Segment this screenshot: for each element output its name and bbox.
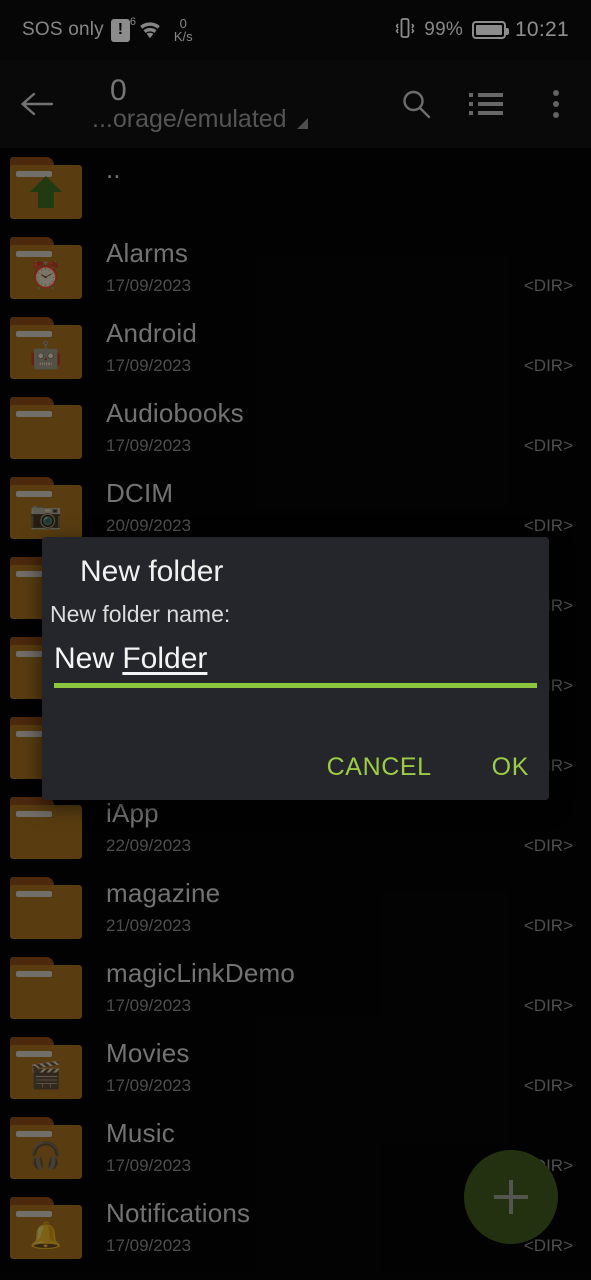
cancel-button[interactable]: CANCEL (327, 753, 432, 782)
folder-name-composed: Folder (122, 642, 208, 675)
dialog-actions: CANCEL OK (327, 753, 529, 782)
ok-button[interactable]: OK (492, 753, 529, 782)
dialog-label: New folder name: (50, 601, 231, 627)
phone-screen: SOS only ! 6 0 K/s 99% 10:21 0 ...orage/… (0, 0, 591, 1280)
input-underline (54, 682, 537, 688)
new-folder-dialog: New folder New folder name: New Folder C… (42, 537, 549, 800)
dialog-title: New folder (80, 555, 224, 588)
folder-name-value: New Folder (54, 642, 537, 677)
folder-name-input[interactable]: New Folder (54, 642, 537, 688)
folder-name-plain: New (54, 642, 123, 675)
